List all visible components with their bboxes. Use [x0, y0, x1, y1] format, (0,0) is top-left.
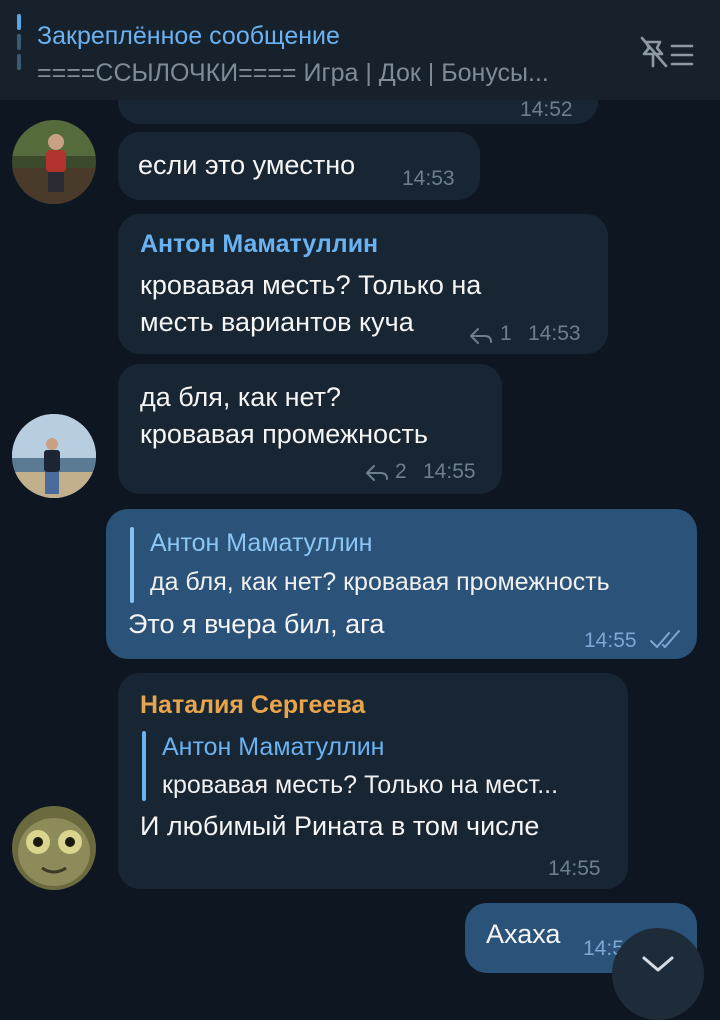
message-time: 14:55 — [548, 857, 601, 880]
message-bubble[interactable]: Наталия Сергеева Антон Маматуллин кровав… — [118, 673, 628, 889]
message-time: 14:55 — [423, 460, 476, 483]
pinned-text: ====ССЫЛОЧКИ==== Игра | Док | Бонусы... — [37, 59, 549, 87]
message-text-line: да бля, как нет? — [140, 382, 342, 412]
reply-quote-bar — [130, 527, 134, 603]
message-text: И любимый Рината в том числе — [140, 811, 540, 841]
reply-quote-bar — [142, 731, 146, 801]
message-text: если это уместно — [138, 150, 356, 180]
reply-sender-name: Антон Маматуллин — [162, 733, 385, 761]
avatar[interactable] — [12, 806, 96, 890]
scroll-down-button[interactable] — [612, 928, 704, 1020]
double-check-icon — [650, 630, 680, 648]
message-time: 14:53 — [402, 167, 455, 190]
unpin-list-icon[interactable] — [640, 36, 696, 70]
message-time: 14:55 — [584, 629, 637, 652]
pinned-indicator — [17, 14, 21, 84]
reply-arrow-icon — [470, 328, 492, 344]
reply-sender-name: Антон Маматуллин — [150, 529, 373, 557]
message-text-line: кровавая промежность — [140, 419, 428, 449]
reply-count[interactable]: 1 — [500, 322, 512, 346]
message-text: Ахаха — [486, 919, 561, 949]
pinned-title: Закреплённое сообщение — [37, 22, 340, 50]
message-text-line: месть вариантов куча — [140, 307, 414, 337]
message-bubble[interactable]: Антон Маматуллин кровавая месть? Только … — [118, 214, 608, 354]
chevron-down-icon — [642, 956, 674, 972]
sender-name: Наталия Сергеева — [140, 691, 366, 719]
sender-name: Антон Маматуллин — [140, 230, 379, 258]
reply-text: да бля, как нет? кровавая промежность — [150, 568, 610, 596]
avatar[interactable] — [12, 414, 96, 498]
message-text: Это я вчера бил, ага — [128, 609, 385, 639]
pinned-message-bar[interactable]: Закреплённое сообщение ====ССЫЛОЧКИ==== … — [0, 0, 720, 100]
reply-text: кровавая месть? Только на мест... — [162, 771, 559, 799]
message-text-line: кровавая месть? Только на — [140, 270, 482, 300]
message-bubble-outgoing[interactable]: Антон Маматуллин да бля, как нет? кровав… — [106, 509, 697, 659]
reply-count[interactable]: 2 — [395, 460, 407, 484]
reply-arrow-icon — [366, 465, 388, 481]
avatar[interactable] — [12, 120, 96, 204]
message-bubble[interactable]: если это уместно 14:53 — [118, 132, 480, 200]
message-bubble[interactable]: да бля, как нет? кровавая промежность 2 … — [118, 364, 502, 494]
message-time: 14:53 — [528, 322, 581, 345]
message-time: 14:52 — [520, 98, 573, 121]
